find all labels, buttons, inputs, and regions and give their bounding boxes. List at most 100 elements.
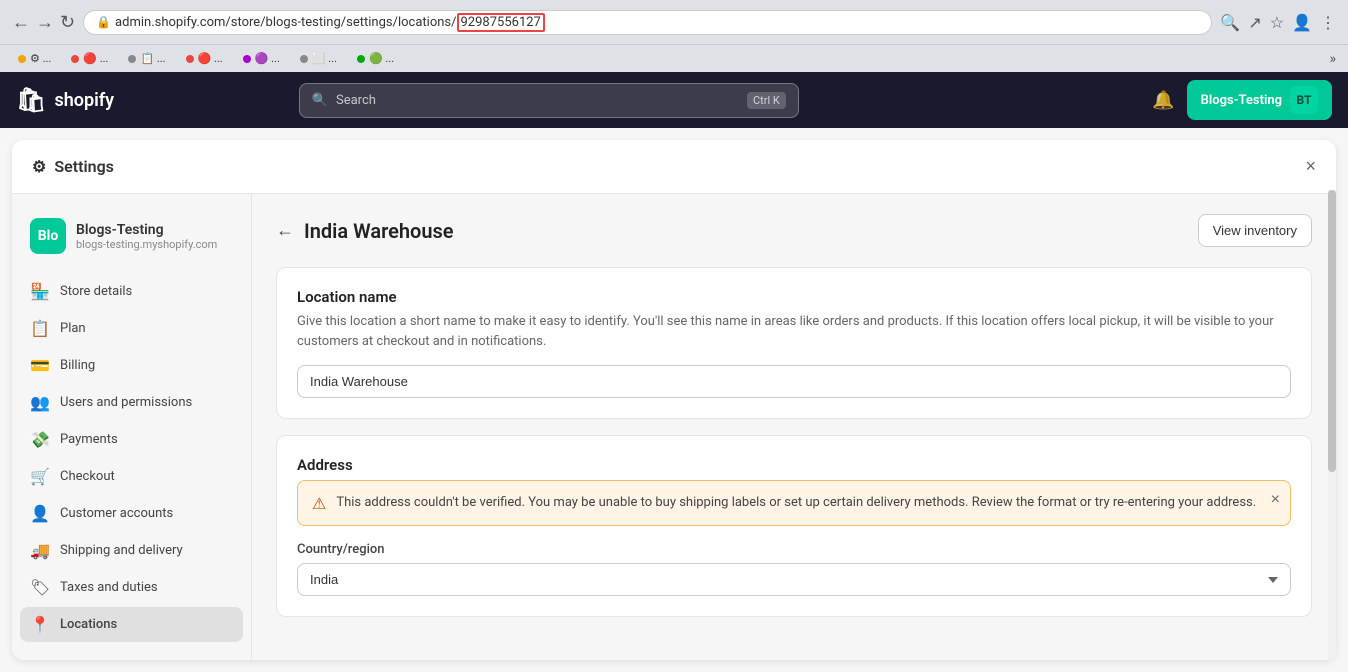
profile-action[interactable]: 👤 [1292, 13, 1312, 32]
share-action[interactable]: ↗ [1248, 13, 1261, 32]
search-action[interactable]: 🔍 [1220, 13, 1240, 32]
url-highlight: 92987556127 [457, 13, 545, 32]
settings-body: Blo Blogs-Testing blogs-testing.myshopif… [12, 194, 1336, 660]
country-label: Country/region [297, 542, 1291, 557]
checkout-icon: 🛒 [30, 467, 50, 486]
bookmark-item[interactable]: 🔴 ... [65, 50, 114, 67]
sidebar-item-label: Checkout [60, 469, 115, 484]
shopify-top-nav: 🛍 shopify 🔍 Search Ctrl K 🔔 Blogs-Testin… [0, 72, 1348, 128]
sidebar-item-taxes[interactable]: 🏷 Taxes and duties [20, 570, 243, 605]
location-name-title: Location name [297, 288, 1291, 306]
sidebar-item-label: Users and permissions [60, 395, 192, 410]
warning-close-button[interactable]: × [1271, 491, 1280, 509]
lock-icon: 🔒 [96, 15, 111, 29]
taxes-icon: 🏷 [30, 578, 50, 597]
sidebar-nav: 🏪 Store details 📋 Plan 💳 Billing 👥 Users… [20, 274, 243, 642]
scrollbar-thumb[interactable] [1328, 190, 1336, 472]
sidebar-item-users[interactable]: 👥 Users and permissions [20, 385, 243, 420]
warning-text: This address couldn't be verified. You m… [336, 493, 1276, 513]
sidebar-item-label: Shipping and delivery [60, 543, 183, 558]
country-select[interactable]: India United States United Kingdom Canad… [297, 563, 1291, 596]
customer-accounts-icon: 👤 [30, 504, 50, 523]
bookmark-dot [128, 55, 136, 63]
settings-header: ⚙ Settings × [12, 140, 1336, 194]
sidebar-item-label: Billing [60, 358, 95, 373]
nav-right: 🔔 Blogs-Testing BT [1152, 80, 1332, 120]
bookmark-action[interactable]: ☆ [1270, 13, 1284, 32]
sidebar-item-plan[interactable]: 📋 Plan [20, 311, 243, 346]
bookmark-item[interactable]: ⬜ ... [294, 50, 343, 67]
settings-sidebar: Blo Blogs-Testing blogs-testing.myshopif… [12, 194, 252, 660]
settings-panel: ⚙ Settings × Blo Blogs-Testing blogs-tes… [12, 140, 1336, 660]
store-badge[interactable]: Blogs-Testing BT [1187, 80, 1332, 120]
address-warning: ⚠ This address couldn't be verified. You… [297, 480, 1291, 526]
bookmark-dot [186, 55, 194, 63]
search-placeholder: Search [336, 93, 376, 108]
bookmark-dot [18, 55, 26, 63]
payments-icon: 💸 [30, 430, 50, 449]
address-card: Address ⚠ This address couldn't be verif… [276, 435, 1312, 617]
more-action[interactable]: ⋮ [1320, 13, 1336, 32]
sidebar-store-info: Blogs-Testing blogs-testing.myshopify.co… [76, 222, 217, 251]
users-icon: 👥 [30, 393, 50, 412]
main-content: ← India Warehouse View inventory Locatio… [252, 194, 1336, 660]
forward-button[interactable]: → [36, 12, 54, 33]
shopify-icon: 🛍 [16, 86, 46, 114]
bookmark-item[interactable]: ⚙ ... [12, 50, 57, 67]
sidebar-item-label: Payments [60, 432, 118, 447]
location-name-input[interactable] [297, 365, 1291, 398]
reload-button[interactable]: ↻ [60, 12, 75, 33]
sidebar-item-label: Customer accounts [60, 506, 173, 521]
sidebar-store-name: Blogs-Testing [76, 222, 217, 238]
address-bar[interactable]: 🔒 admin.shopify.com/store/blogs-testing/… [83, 10, 1212, 35]
url-text: admin.shopify.com/store/blogs-testing/se… [115, 15, 1199, 30]
search-icon: 🔍 [312, 93, 328, 108]
bookmark-dot [357, 55, 365, 63]
back-button[interactable]: ← [12, 12, 30, 33]
more-bookmarks[interactable]: » [1329, 51, 1336, 67]
bookmark-item[interactable]: 📋 ... [122, 50, 171, 67]
sidebar-item-label: Store details [60, 284, 132, 299]
sidebar-item-billing[interactable]: 💳 Billing [20, 348, 243, 383]
store-avatar: BT [1290, 86, 1318, 114]
sidebar-item-store-details[interactable]: 🏪 Store details [20, 274, 243, 309]
search-shortcut: Ctrl K [747, 92, 786, 109]
sidebar-item-locations[interactable]: 📍 Locations [20, 607, 243, 642]
sidebar-item-customer-accounts[interactable]: 👤 Customer accounts [20, 496, 243, 531]
sidebar-item-shipping[interactable]: 🚚 Shipping and delivery [20, 533, 243, 568]
location-name-description: Give this location a short name to make … [297, 312, 1291, 351]
settings-title: ⚙ Settings [32, 157, 114, 176]
shopify-logo-text: shopify [54, 90, 114, 111]
sidebar-store-icon: Blo [30, 218, 66, 254]
bookmark-dot [300, 55, 308, 63]
settings-close-button[interactable]: × [1305, 156, 1316, 177]
bookmark-item[interactable]: 🔴 ... [180, 50, 229, 67]
bookmarks-bar: ⚙ ... 🔴 ... 📋 ... 🔴 ... 🟣 ... ⬜ ... 🟢 ..… [0, 44, 1348, 72]
scrollbar-track[interactable] [1328, 190, 1336, 660]
sidebar-item-label: Taxes and duties [60, 580, 158, 595]
page-title: India Warehouse [304, 219, 454, 243]
sidebar-item-checkout[interactable]: 🛒 Checkout [20, 459, 243, 494]
bookmark-item[interactable]: 🟢 ... [351, 50, 400, 67]
browser-nav[interactable]: ← → ↻ [12, 12, 75, 33]
sidebar-store: Blo Blogs-Testing blogs-testing.myshopif… [20, 210, 243, 262]
search-bar[interactable]: 🔍 Search Ctrl K [299, 83, 799, 118]
browser-chrome: ← → ↻ 🔒 admin.shopify.com/store/blogs-te… [0, 0, 1348, 44]
sidebar-item-label: Locations [60, 617, 117, 632]
sidebar-item-label: Plan [60, 321, 86, 336]
browser-actions[interactable]: 🔍 ↗ ☆ 👤 ⋮ [1220, 13, 1336, 32]
store-details-icon: 🏪 [30, 282, 50, 301]
sidebar-item-payments[interactable]: 💸 Payments [20, 422, 243, 457]
settings-label: Settings [54, 157, 114, 176]
location-name-card: Location name Give this location a short… [276, 267, 1312, 419]
warning-triangle-icon: ⚠ [312, 494, 326, 513]
settings-gear-icon: ⚙ [32, 157, 46, 176]
plan-icon: 📋 [30, 319, 50, 338]
store-name: Blogs-Testing [1201, 93, 1282, 108]
shopify-logo[interactable]: 🛍 shopify [16, 86, 114, 114]
address-title: Address [297, 456, 1291, 474]
back-arrow-button[interactable]: ← [276, 220, 294, 241]
notification-bell[interactable]: 🔔 [1152, 90, 1174, 111]
view-inventory-button[interactable]: View inventory [1198, 214, 1312, 247]
bookmark-item[interactable]: 🟣 ... [237, 50, 286, 67]
